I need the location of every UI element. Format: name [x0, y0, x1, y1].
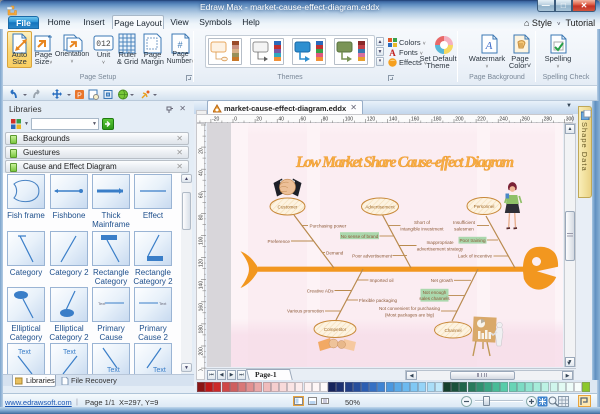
svg-text:Competitor: Competitor: [324, 327, 347, 332]
svg-text:60: 60: [199, 192, 205, 198]
svg-text:Preference: Preference: [268, 239, 291, 244]
svg-text:Demand: Demand: [326, 251, 344, 256]
svg-text:Poor training: Poor training: [459, 238, 485, 243]
svg-text:012: 012: [96, 40, 111, 49]
svg-text:#: #: [177, 40, 182, 50]
svg-text:280: 280: [544, 117, 553, 123]
svg-text:100: 100: [199, 236, 205, 245]
svg-text:Net growth: Net growth: [431, 278, 454, 283]
svg-text:20: 20: [256, 117, 262, 123]
svg-text:60: 60: [301, 117, 307, 123]
svg-text:Lack of incentive: Lack of incentive: [458, 254, 493, 259]
svg-text:200: 200: [199, 347, 205, 356]
svg-text:100: 100: [345, 117, 354, 123]
svg-text:Not convenient for purchasing: Not convenient for purchasing: [379, 306, 440, 311]
svg-text:80: 80: [199, 214, 205, 220]
svg-text:Advertisement: Advertisement: [365, 204, 395, 209]
svg-text:Text: Text: [153, 367, 166, 374]
svg-text:Purchasing power: Purchasing power: [310, 224, 347, 229]
svg-text:260: 260: [522, 117, 531, 123]
svg-text:Text: Text: [159, 301, 167, 306]
svg-text:Various promotion: Various promotion: [287, 309, 324, 314]
svg-text:Text: Text: [107, 367, 120, 374]
svg-text:Personnel: Personnel: [474, 204, 495, 209]
svg-text:220: 220: [477, 117, 486, 123]
svg-text:120: 120: [199, 259, 205, 268]
svg-text:Text: Text: [18, 349, 31, 356]
svg-text:Not enough: Not enough: [423, 290, 447, 295]
svg-text:Short of: Short of: [414, 220, 431, 225]
svg-text:40: 40: [199, 170, 205, 176]
svg-text:220: 220: [199, 369, 205, 371]
svg-text:Customer: Customer: [278, 204, 298, 209]
svg-text:Inappropriate: Inappropriate: [426, 240, 454, 245]
svg-text:Channel: Channel: [444, 328, 461, 333]
svg-text:A: A: [485, 40, 493, 52]
svg-text:20: 20: [199, 148, 205, 154]
svg-text:P: P: [77, 93, 82, 100]
svg-text:Text: Text: [98, 301, 106, 306]
svg-text:40: 40: [278, 117, 284, 123]
svg-text:160: 160: [411, 117, 420, 123]
svg-text:(Most packages are big): (Most packages are big): [385, 312, 435, 317]
svg-text:sales channels: sales channels: [419, 296, 450, 301]
svg-text:Poor advertisement: Poor advertisement: [352, 253, 393, 258]
svg-text:0: 0: [234, 117, 237, 123]
svg-text:Flexible packaging: Flexible packaging: [359, 298, 397, 303]
svg-text:300: 300: [566, 117, 574, 123]
svg-text:A: A: [389, 48, 396, 57]
svg-text:200: 200: [455, 117, 464, 123]
svg-text:Insufficient: Insufficient: [453, 220, 476, 225]
svg-text:-20: -20: [212, 117, 219, 123]
svg-text:No sense of brand: No sense of brand: [341, 234, 379, 239]
svg-text:Creative ADs: Creative ADs: [307, 289, 335, 294]
svg-text:120: 120: [367, 117, 376, 123]
svg-text:80: 80: [323, 117, 329, 123]
svg-text:140: 140: [389, 117, 398, 123]
svg-text:140: 140: [199, 281, 205, 290]
svg-text:180: 180: [199, 325, 205, 334]
svg-text:160: 160: [199, 303, 205, 312]
svg-text:180: 180: [433, 117, 442, 123]
svg-text:intangible investment: intangible investment: [400, 226, 444, 231]
svg-text:Text: Text: [63, 349, 76, 356]
svg-text:salesmen: salesmen: [454, 227, 474, 232]
svg-text:Imported oil: Imported oil: [370, 278, 394, 283]
svg-text:240: 240: [499, 117, 508, 123]
svg-text:advertisement strategy: advertisement strategy: [417, 247, 464, 252]
svg-text:Low Market Share Cause-effect: Low Market Share Cause-effect Diagram: [295, 154, 514, 171]
